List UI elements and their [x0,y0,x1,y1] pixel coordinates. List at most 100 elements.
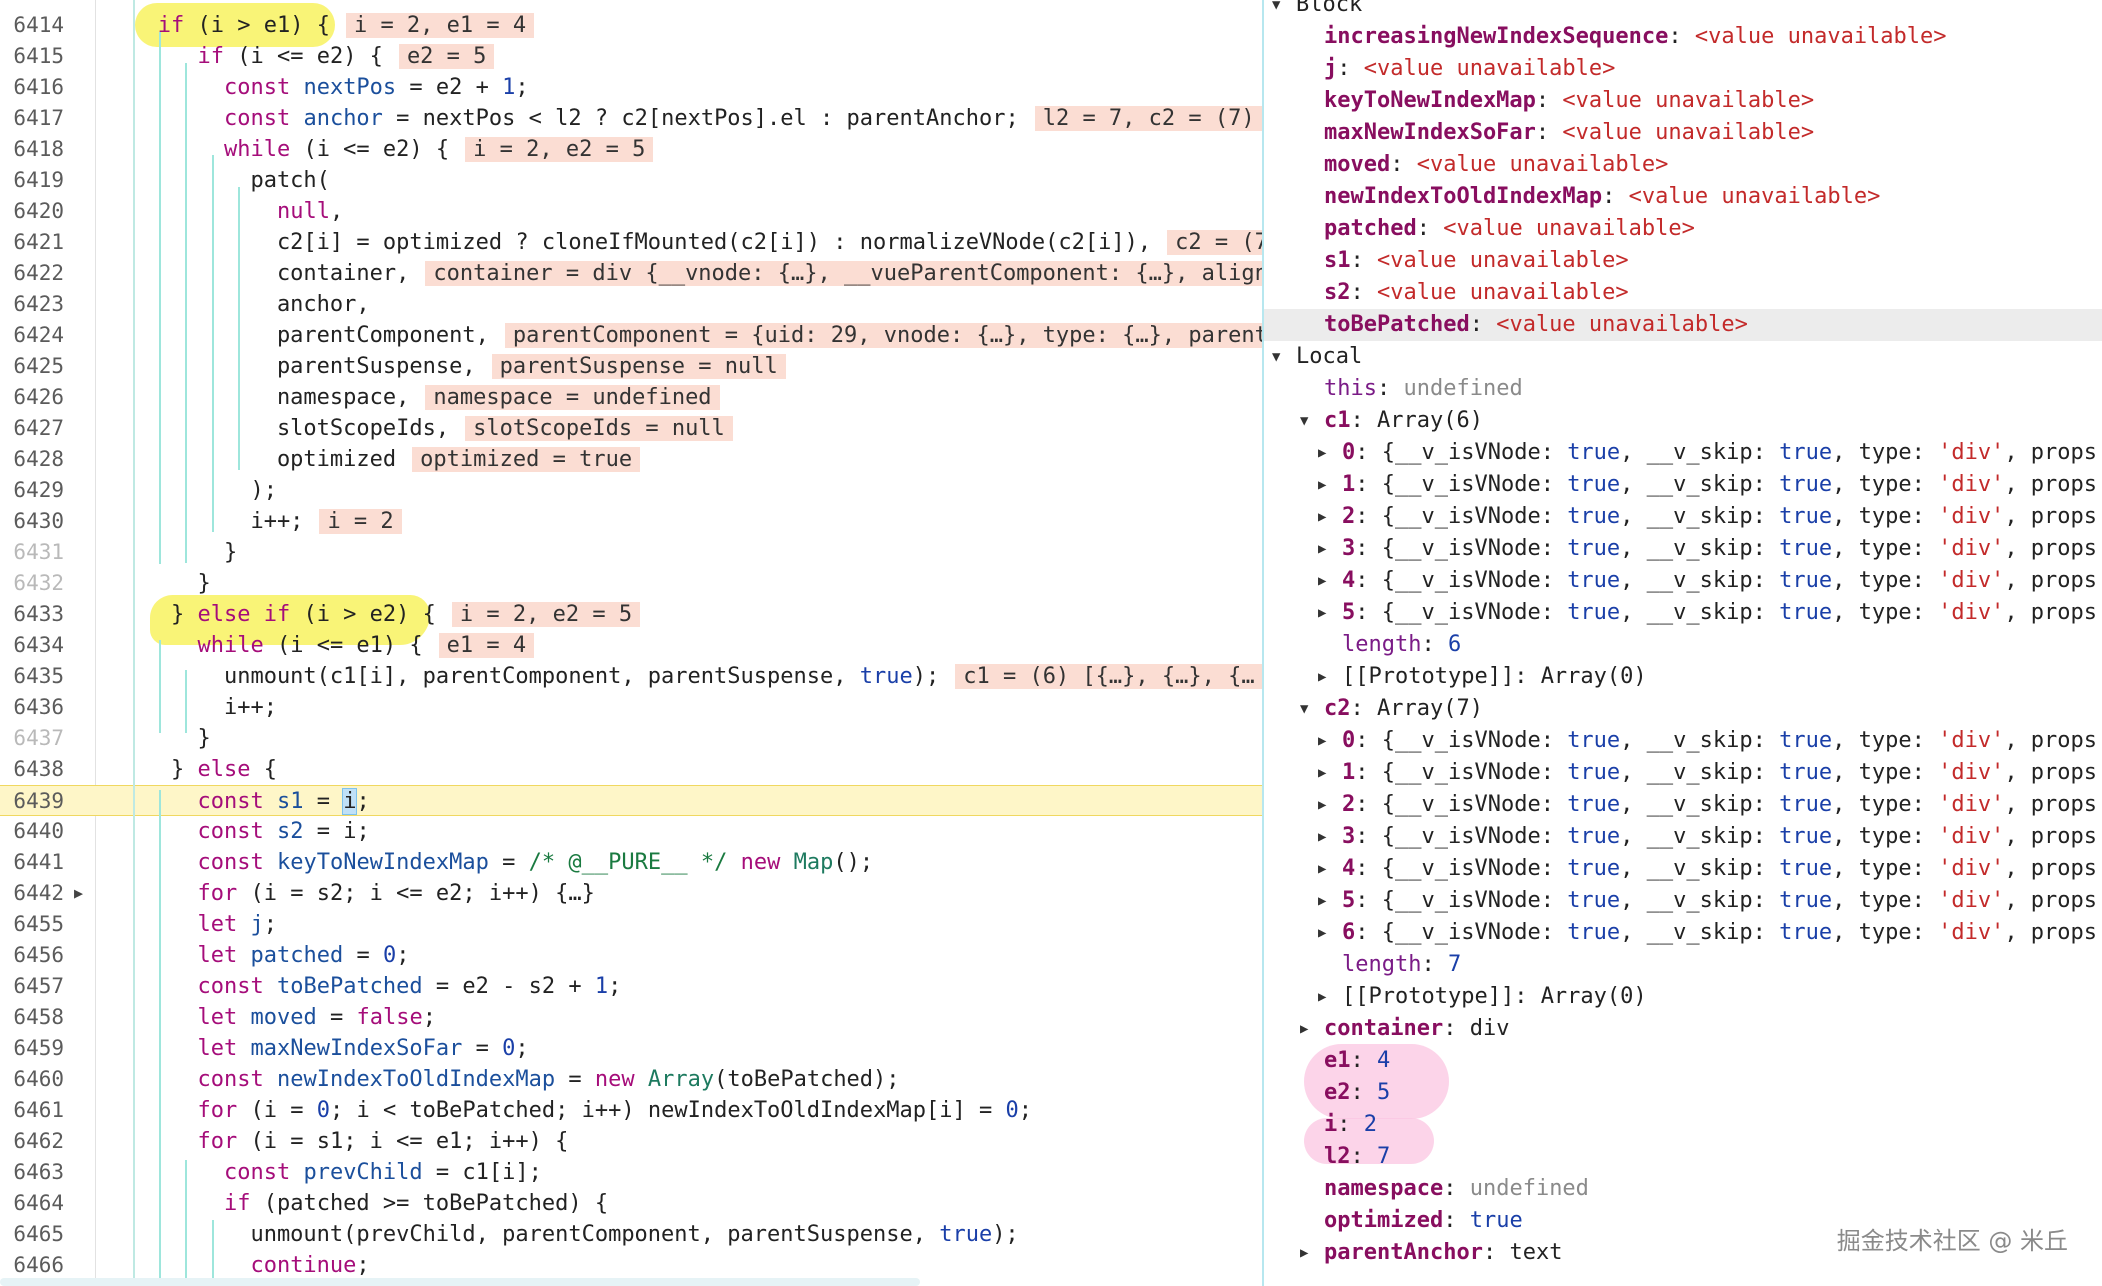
code-line[interactable]: 6463 const prevChild = c1[i]; [0,1157,1262,1188]
scope-var-newIndexToOldIndexMap[interactable]: newIndexToOldIndexMap: <value unavailabl… [1264,181,2102,213]
line-number[interactable]: 6432 [0,568,64,599]
inline-value[interactable]: l2 = 7, c2 = (7) [1034,106,1262,131]
line-number[interactable]: 6425 [0,351,64,382]
line-number[interactable]: 6415 [0,41,64,72]
line-number[interactable]: 6421 [0,227,64,258]
collapse-triangle-icon[interactable]: ▼ [1272,0,1280,21]
line-number[interactable]: 6455 [0,909,64,940]
line-number[interactable]: 6424 [0,320,64,351]
line-number[interactable]: 6457 [0,971,64,1002]
array-item-4[interactable]: ▶ 4: {__v_isVNode: true, __v_skip: true, … [1264,565,2102,597]
scope-section-block[interactable]: ▼ Block [1264,0,2102,21]
scope-var-keyToNewIndexMap[interactable]: keyToNewIndexMap: <value unavailable> [1264,85,2102,117]
scope-var-e2[interactable]: e2: 5 [1264,1077,2102,1109]
expand-triangle-icon[interactable]: ▶ [1318,757,1326,789]
scope-var-maxNewIndexSoFar[interactable]: maxNewIndexSoFar: <value unavailable> [1264,117,2102,149]
line-number[interactable]: 6439 [0,786,64,817]
code-line[interactable]: 6435 unmount(c1[i], parentComponent, par… [0,661,1262,692]
code-line[interactable]: 6431 } [0,537,1262,568]
array-length[interactable]: length: 7 [1264,949,2102,981]
line-number[interactable]: 6459 [0,1033,64,1064]
line-number[interactable]: 6437 [0,723,64,754]
inline-value[interactable]: i = 2, e1 = 4 [345,13,535,38]
line-number[interactable]: 6463 [0,1157,64,1188]
array-item-3[interactable]: ▶ 3: {__v_isVNode: true, __v_skip: true, … [1264,821,2102,853]
scope-var-l2[interactable]: l2: 7 [1264,1141,2102,1173]
code-line[interactable]: 6459 let maxNewIndexSoFar = 0; [0,1033,1262,1064]
code-line[interactable]: 6415 if (i <= e2) {e2 = 5 [0,41,1262,72]
inline-value[interactable]: i = 2 [319,509,402,534]
inline-value[interactable]: e2 = 5 [398,44,495,69]
expand-triangle-icon[interactable]: ▶ [1318,661,1326,693]
code-line[interactable]: 6462 for (i = s1; i <= e1; i++) { [0,1126,1262,1157]
inline-value[interactable]: c2 = (7 [1167,230,1262,255]
code-line[interactable]: 6428 optimized optimized = true [0,444,1262,475]
code-line[interactable]: 6417 const anchor = nextPos < l2 ? c2[ne… [0,103,1262,134]
line-number[interactable]: 6417 [0,103,64,134]
code-line[interactable]: 6420 null, [0,196,1262,227]
scope-var-patched[interactable]: patched: <value unavailable> [1264,213,2102,245]
expand-triangle-icon[interactable]: ▶ [1300,1013,1308,1045]
scope-var-moved[interactable]: moved: <value unavailable> [1264,149,2102,181]
code-line[interactable]: 6465 unmount(prevChild, parentComponent,… [0,1219,1262,1250]
inline-value[interactable]: slotScopeIds = null [465,416,733,441]
line-number[interactable]: 6436 [0,692,64,723]
array-item-5[interactable]: ▶ 5: {__v_isVNode: true, __v_skip: true, … [1264,597,2102,629]
code-line[interactable]: 6427 slotScopeIds, slotScopeIds = null [0,413,1262,444]
array-prototype[interactable]: ▶ [[Prototype]]: Array(0) [1264,981,2102,1013]
array-item-1[interactable]: ▶ 1: {__v_isVNode: true, __v_skip: true, … [1264,469,2102,501]
scope-var-this[interactable]: this: undefined [1264,373,2102,405]
array-item-1[interactable]: ▶ 1: {__v_isVNode: true, __v_skip: true, … [1264,757,2102,789]
inline-value[interactable]: namespace = undefined [425,385,720,410]
code-line[interactable]: 6423 anchor, [0,289,1262,320]
array-prototype[interactable]: ▶ [[Prototype]]: Array(0) [1264,661,2102,693]
code-line[interactable]: 6437 } [0,723,1262,754]
array-item-2[interactable]: ▶ 2: {__v_isVNode: true, __v_skip: true, … [1264,501,2102,533]
line-number[interactable]: 6422 [0,258,64,289]
code-line[interactable]: 6421 c2[i] = optimized ? cloneIfMounted(… [0,227,1262,258]
code-line[interactable]: 6442 ▶ for (i = s2; i <= e2; i++) {…} [0,878,1262,909]
inline-value[interactable]: c1 = (6) [{…}, {…}, {… [955,664,1262,689]
line-number[interactable]: 6418 [0,134,64,165]
code-editor[interactable]: 6414 if (i > e1) {i = 2, e1 = 4 6415 if (… [0,0,1262,1286]
code-line[interactable]: 6457 const toBePatched = e2 - s2 + 1; [0,971,1262,1002]
expand-triangle-icon[interactable]: ▶ [1318,981,1326,1013]
inline-value[interactable]: optimized = true [412,447,641,472]
scope-var-c2[interactable]: ▼ c2: Array(7) [1264,693,2102,725]
line-number[interactable]: 6430 [0,506,64,537]
code-line[interactable]: 6441 const keyToNewIndexMap = /* @__PURE… [0,847,1262,878]
code-line[interactable]: 6419 patch( [0,165,1262,196]
line-number[interactable]: 6419 [0,165,64,196]
code-line[interactable]: 6422 container, container = div {__vnode:… [0,258,1262,289]
expand-triangle-icon[interactable]: ▶ [1300,1237,1308,1269]
inline-value[interactable]: parentSuspense = null [491,354,786,379]
code-line[interactable]: 6414 if (i > e1) {i = 2, e1 = 4 [0,10,1262,41]
array-item-3[interactable]: ▶ 3: {__v_isVNode: true, __v_skip: true, … [1264,533,2102,565]
code-line[interactable]: 6455 let j; [0,909,1262,940]
code-line[interactable]: 6461 for (i = 0; i < toBePatched; i++) n… [0,1095,1262,1126]
line-number[interactable]: 6434 [0,630,64,661]
scope-var-s1[interactable]: s1: <value unavailable> [1264,245,2102,277]
scope-var-container[interactable]: ▶ container: div [1264,1013,2102,1045]
array-item-2[interactable]: ▶ 2: {__v_isVNode: true, __v_skip: true, … [1264,789,2102,821]
code-line[interactable]: 6433 } else if (i > e2) {i = 2, e2 = 5 [0,599,1262,630]
line-number[interactable]: 6462 [0,1126,64,1157]
line-number[interactable]: 6423 [0,289,64,320]
inline-value[interactable]: parentComponent = {uid: 29, vnode: {…}, … [504,323,1262,348]
scope-var-j[interactable]: j: <value unavailable> [1264,53,2102,85]
code-line[interactable]: 6432 } [0,568,1262,599]
expand-triangle-icon[interactable]: ▶ [1318,469,1326,501]
line-number[interactable]: 6416 [0,72,64,103]
code-line[interactable]: 6425 parentSuspense, parentSuspense = nul… [0,351,1262,382]
expand-triangle-icon[interactable]: ▶ [1318,789,1326,821]
scope-var-c1[interactable]: ▼ c1: Array(6) [1264,405,2102,437]
line-number[interactable]: 6465 [0,1219,64,1250]
line-number[interactable]: 6414 [0,10,64,41]
code-line[interactable]: 6429 ); [0,475,1262,506]
scope-panel[interactable]: ▼ Block increasingNewIndexSequence: <value… [1264,0,2102,1286]
scope-var-increasingNewIndexSequence[interactable]: increasingNewIndexSequence: <value unava… [1264,21,2102,53]
code-line[interactable]: 6466 continue; [0,1250,1262,1281]
expand-triangle-icon[interactable]: ▶ [1318,597,1326,629]
line-number[interactable]: 6460 [0,1064,64,1095]
code-line[interactable]: 6464 if (patched >= toBePatched) { [0,1188,1262,1219]
